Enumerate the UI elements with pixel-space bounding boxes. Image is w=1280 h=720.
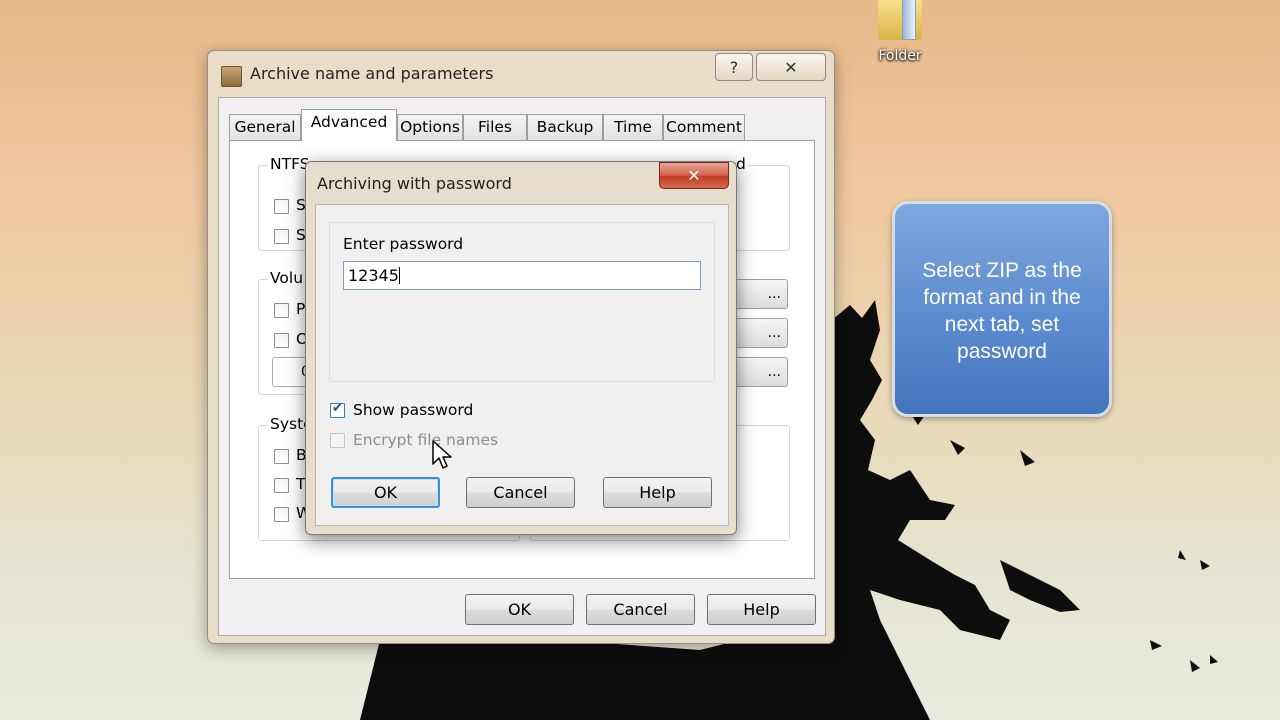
password-input[interactable]: 12345 xyxy=(343,261,701,290)
tab-files[interactable]: Files xyxy=(463,114,527,140)
ntfs-option-2-checkbox[interactable] xyxy=(274,229,289,244)
show-password-checkbox[interactable] xyxy=(330,401,345,418)
encrypt-file-names-label[interactable]: Encrypt file names xyxy=(353,431,498,449)
system-option-2-checkbox[interactable] xyxy=(274,478,289,493)
password-dialog: Archiving with password ✕ Enter password… xyxy=(305,161,737,535)
title-help-button[interactable]: ? xyxy=(715,53,753,81)
volume-option-1-label: P xyxy=(296,300,306,318)
main-window-titlebar[interactable]: Archive name and parameters ? ✕ xyxy=(208,51,834,97)
close-icon: ✕ xyxy=(784,57,798,77)
close-icon: ✕ xyxy=(687,166,701,185)
password-cancel-button[interactable]: Cancel xyxy=(466,477,575,508)
text-caret xyxy=(398,267,400,284)
show-password-label[interactable]: Show password xyxy=(353,401,473,419)
password-dialog-client: Enter password 12345 Show password Encry… xyxy=(315,204,729,526)
tab-backup[interactable]: Backup xyxy=(527,114,603,140)
instruction-callout: Select ZIP as the format and in the next… xyxy=(892,201,1112,417)
volume-option-2-checkbox[interactable] xyxy=(274,333,289,348)
main-ok-button[interactable]: OK xyxy=(465,594,574,625)
volumes-group-title: Volu xyxy=(268,269,306,287)
title-close-button[interactable]: ✕ xyxy=(756,53,826,81)
password-ok-button[interactable]: OK xyxy=(331,477,440,508)
password-help-button[interactable]: Help xyxy=(603,477,712,508)
desktop-folder-shortcut[interactable]: Folder xyxy=(860,0,940,64)
mouse-pointer-icon xyxy=(432,440,452,469)
main-window-title: Archive name and parameters xyxy=(250,64,494,83)
volume-option-1-checkbox[interactable] xyxy=(274,303,289,318)
system-option-3-checkbox[interactable] xyxy=(274,507,289,522)
main-help-button[interactable]: Help xyxy=(707,594,816,625)
tab-general[interactable]: General xyxy=(229,114,301,140)
archiver-app-icon xyxy=(221,66,242,87)
browse-button-1[interactable]: ... xyxy=(730,279,788,309)
instruction-callout-text: Select ZIP as the format and in the next… xyxy=(922,259,1082,363)
folder-icon xyxy=(878,0,922,40)
main-cancel-button[interactable]: Cancel xyxy=(586,594,695,625)
encrypt-file-names-checkbox[interactable] xyxy=(330,433,345,448)
ntfs-option-1-checkbox[interactable] xyxy=(274,199,289,214)
help-icon: ? xyxy=(729,57,739,77)
tab-advanced[interactable]: Advanced xyxy=(301,109,397,141)
password-dialog-title: Archiving with password xyxy=(317,174,512,193)
enter-password-label: Enter password xyxy=(343,235,464,253)
desktop-folder-label: Folder xyxy=(878,48,922,64)
password-input-value: 12345 xyxy=(348,266,399,285)
browse-button-2[interactable]: ... xyxy=(730,318,788,348)
browse-button-3[interactable]: ... xyxy=(730,357,788,387)
tab-options[interactable]: Options xyxy=(397,114,463,140)
tab-comment[interactable]: Comment xyxy=(663,114,745,140)
password-dialog-close-button[interactable]: ✕ xyxy=(659,162,729,189)
system-option-1-checkbox[interactable] xyxy=(274,449,289,464)
tab-time[interactable]: Time xyxy=(603,114,663,140)
